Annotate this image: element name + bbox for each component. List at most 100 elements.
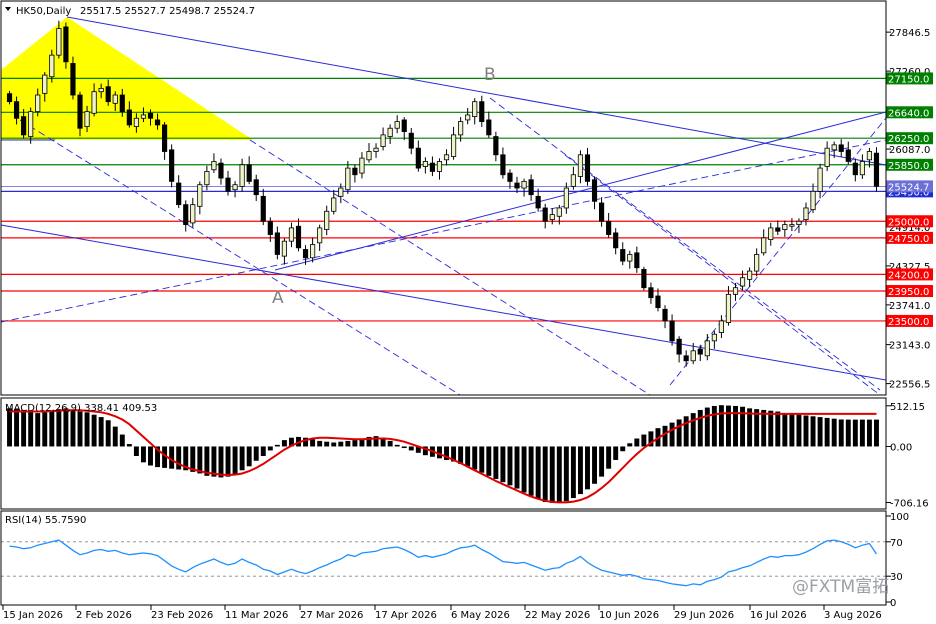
macd-bar: [690, 413, 696, 447]
fxtm-watermark: @FXTM富拓: [792, 577, 889, 597]
macd-bar: [49, 410, 55, 447]
rsi-label: RSI(14) 55.7590: [5, 515, 86, 526]
bull-candle: [866, 151, 873, 161]
symbol-label: HK50,Daily: [16, 6, 71, 17]
x-tick-label-5: 17 Apr 2026: [375, 610, 437, 621]
bull-candle: [49, 54, 55, 78]
macd-bar: [754, 409, 760, 447]
bear-candle: [105, 86, 111, 103]
bear-candle: [838, 144, 844, 152]
bull-candle: [747, 270, 753, 280]
bull-candle: [704, 340, 710, 357]
pattern-label-a: A: [272, 288, 284, 308]
price-tick-label-7: 23741.0: [889, 301, 930, 312]
macd-bar: [859, 419, 865, 447]
bull-candle: [627, 254, 633, 262]
macd-bar: [852, 419, 858, 447]
macd-bar: [725, 405, 731, 447]
macd-bar: [704, 407, 710, 447]
bear-candle: [267, 220, 273, 235]
bear-candle: [126, 109, 132, 126]
macd-bar: [556, 446, 562, 503]
level-tag-2: 26250.0: [888, 134, 929, 145]
bear-candle: [852, 162, 858, 176]
bear-candle: [584, 154, 591, 182]
macd-bar: [274, 444, 280, 447]
macd-bar: [225, 446, 231, 477]
macd-bar: [35, 413, 41, 447]
macd-bar: [486, 446, 492, 476]
bear-candle: [183, 204, 189, 225]
macd-bar: [140, 446, 146, 463]
bear-candle: [6, 93, 13, 103]
bear-candle: [225, 177, 231, 192]
macd-bar: [507, 446, 513, 486]
bull-candle: [690, 350, 696, 362]
macd-bar: [253, 446, 259, 461]
bull-candle: [472, 101, 478, 118]
macd-bar: [535, 446, 541, 499]
macd-bar: [70, 409, 76, 447]
macd-bar: [331, 442, 337, 447]
macd-bar: [493, 446, 499, 480]
price-tick-label-8: 23143.0: [889, 341, 930, 352]
macd-bar: [211, 446, 217, 477]
bull-candle: [718, 320, 724, 333]
bull-candle: [324, 210, 330, 230]
macd-bar: [549, 446, 555, 503]
bear-candle: [13, 101, 20, 119]
bull-candle: [570, 174, 576, 187]
macd-bar: [401, 446, 407, 449]
bear-candle: [77, 94, 83, 129]
bear-candle: [655, 295, 661, 309]
macd-bar: [718, 405, 724, 447]
macd-bar: [711, 405, 717, 447]
macd-tick-label-0: 512.15: [890, 402, 925, 413]
macd-bar: [133, 446, 139, 456]
bear-candle: [218, 162, 224, 179]
bull-candle: [84, 111, 90, 127]
macd-bar: [310, 439, 316, 447]
bear-candle: [613, 232, 619, 249]
macd-bar: [627, 443, 633, 447]
bear-candle: [119, 94, 125, 113]
bull-candle: [768, 227, 774, 240]
macd-bar: [394, 444, 400, 447]
bull-candle: [373, 147, 379, 152]
bull-candle: [521, 180, 527, 189]
macd-bar: [528, 446, 534, 496]
bear-candle: [70, 63, 76, 96]
x-tick-label-8: 10 Jun 2026: [599, 610, 659, 621]
bear-candle: [514, 182, 520, 189]
macd-bar: [683, 416, 689, 447]
x-tick-label-0: 15 Jan 2026: [3, 610, 63, 621]
x-tick-label-3: 11 Mar 2026: [225, 610, 288, 621]
macd-bar: [662, 425, 668, 447]
macd-bar: [606, 446, 612, 469]
bull-candle: [140, 114, 147, 119]
bull-candle: [450, 134, 457, 157]
x-tick-label-2: 23 Feb 2026: [151, 610, 213, 621]
bear-candle: [634, 252, 640, 269]
macd-bar: [817, 417, 823, 447]
macd-bar: [789, 413, 795, 447]
bear-candle: [493, 136, 499, 156]
macd-bar: [500, 446, 506, 483]
bull-candle: [458, 121, 464, 136]
bull-candle: [190, 204, 196, 224]
price-tick-label-3: 26087.0: [889, 145, 930, 156]
macd-bar: [768, 410, 774, 447]
macd-bar: [169, 446, 175, 469]
rsi-tick-label-0: 100: [890, 512, 909, 523]
bear-candle: [845, 149, 851, 162]
macd-bar: [119, 434, 125, 447]
x-tick-label-10: 16 Jul 2026: [750, 610, 807, 621]
hk50-chart[interactable]: 27846.527260.026673.526087.025500.524914…: [0, 0, 936, 624]
macd-bar: [761, 409, 767, 447]
bull-candle: [338, 187, 344, 197]
macd-bar: [63, 408, 69, 447]
macd-bar: [14, 409, 20, 447]
bull-candle: [732, 287, 739, 295]
macd-bar: [112, 426, 118, 447]
bear-candle: [274, 232, 280, 255]
